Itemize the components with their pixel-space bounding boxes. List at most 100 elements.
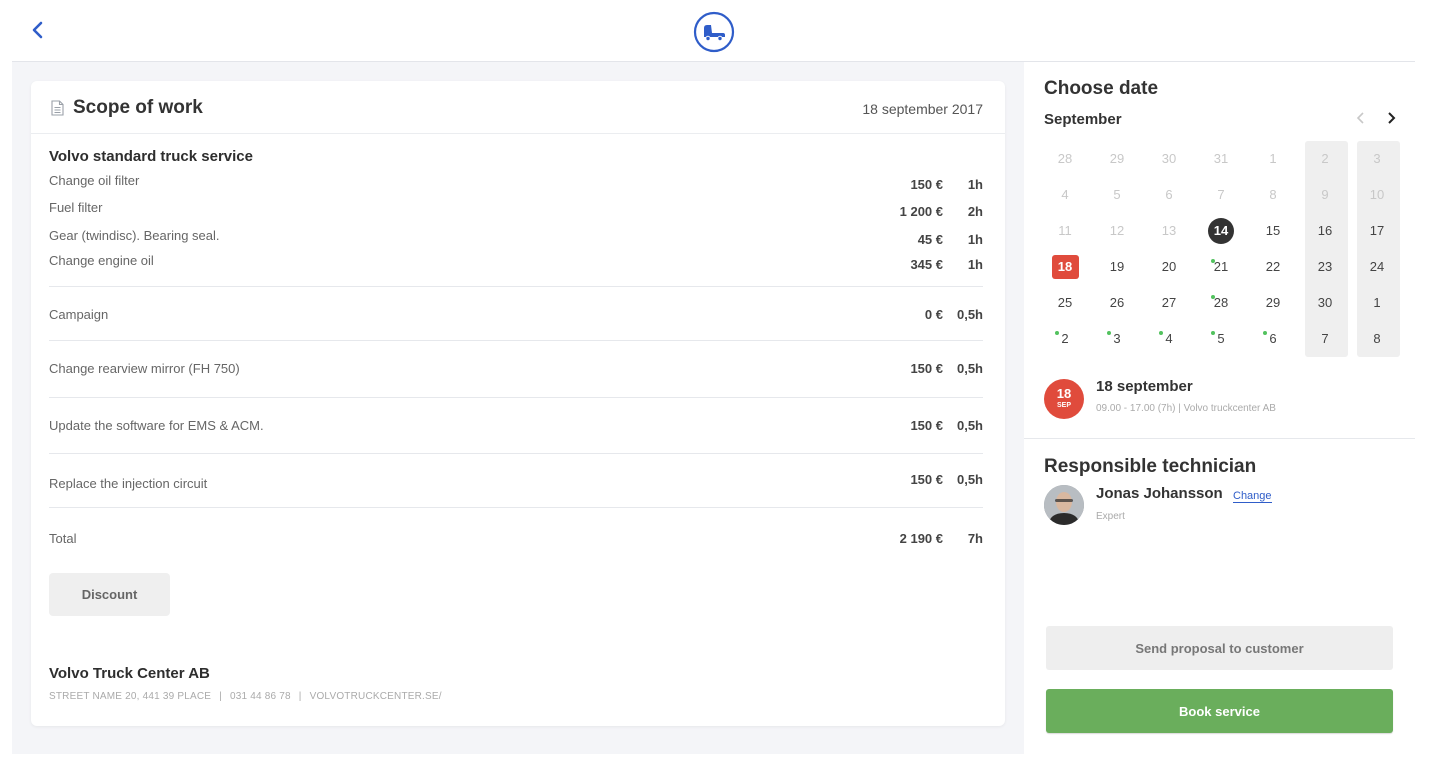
technician-role: Expert [1096, 511, 1125, 522]
calendar-day[interactable]: 22 [1247, 249, 1299, 285]
item-price: 45 € [917, 232, 943, 247]
company-address: STREET NAME 20, 441 39 PLACE [49, 691, 212, 702]
calendar-day[interactable]: 31 [1195, 141, 1247, 177]
calendar-day[interactable]: 3 [1351, 141, 1403, 177]
calendar-day-number: 17 [1369, 223, 1385, 238]
calendar-day[interactable]: 5 [1091, 177, 1143, 213]
calendar-day-number: 28 [1057, 151, 1073, 166]
send-proposal-button[interactable]: Send proposal to customer [1046, 626, 1393, 670]
calendar-grid: 28 29 30 31 1 2 3 4 5 6 7 8 9 10 11 12 13 14 15 16 17 18 19 20 2… [1039, 141, 1404, 357]
chevron-left-icon [1356, 112, 1364, 124]
calendar-day[interactable]: 11 [1039, 213, 1091, 249]
calendar-day-number: 29 [1265, 295, 1281, 310]
calendar-day[interactable]: 17 [1351, 213, 1403, 249]
selected-date-title: 18 september [1096, 378, 1193, 395]
calendar-day-number: 24 [1369, 259, 1385, 274]
calendar-day-number: 7 [1217, 187, 1225, 202]
item-hours: 1h [967, 232, 983, 247]
calendar-day-number: 3 [1113, 331, 1121, 346]
table-row: Update the software for EMS & ACM. 150 €… [49, 397, 983, 452]
availability-dot [1107, 331, 1111, 335]
item-name: Gear (twindisc). Bearing seal. [49, 228, 220, 243]
chevron-left-icon [32, 21, 43, 39]
next-month-button[interactable] [1385, 110, 1397, 131]
prev-month-button[interactable] [1355, 110, 1367, 131]
calendar-day[interactable]: 2 [1299, 141, 1351, 177]
page-title: Scope of work [73, 97, 203, 118]
calendar-day[interactable]: 9 [1299, 177, 1351, 213]
calendar-day-number: 6 [1165, 187, 1173, 202]
table-row: Replace the injection circuit 150 € 0,5h [49, 453, 983, 508]
item-name: Change engine oil [49, 253, 154, 268]
calendar-day[interactable]: 15 [1247, 213, 1299, 249]
total-price: 2 190 € [899, 531, 943, 546]
row-name: Replace the injection circuit [49, 476, 208, 491]
scope-card: Scope of work 18 september 2017 Volvo st… [31, 81, 1005, 726]
card-header: Scope of work 18 september 2017 [31, 81, 1005, 134]
row-name: Update the software for EMS & ACM. [49, 418, 264, 433]
calendar-day-number: 7 [1321, 331, 1329, 346]
change-technician-link[interactable]: Change [1233, 490, 1272, 503]
calendar-day[interactable]: 8 [1247, 177, 1299, 213]
calendar-day-number: 30 [1317, 295, 1333, 310]
calendar-day-number: 9 [1321, 187, 1329, 202]
company-website[interactable]: VOLVOTRUCKCENTER.SE/ [310, 691, 442, 702]
item-price: 150 € [910, 177, 943, 192]
calendar-day[interactable]: 6 [1143, 177, 1195, 213]
calendar-day[interactable]: 5 [1195, 321, 1247, 357]
truck-logo [693, 11, 735, 53]
calendar-day[interactable]: 19 [1091, 249, 1143, 285]
calendar-day[interactable]: 30 [1143, 141, 1195, 177]
calendar-day-number: 1 [1269, 151, 1277, 166]
calendar-day-number: 27 [1161, 295, 1177, 310]
selected-date-details: 09.00 - 17.00 (7h) | Volvo truckcenter A… [1096, 403, 1276, 414]
technician-heading: Responsible technician [1044, 456, 1257, 477]
calendar-day[interactable]: 12 [1091, 213, 1143, 249]
discount-button[interactable]: Discount [49, 573, 170, 616]
calendar-day[interactable]: 28 [1039, 141, 1091, 177]
availability-dot [1211, 331, 1215, 335]
truck-icon [693, 11, 735, 53]
row-price: 150 € [910, 418, 943, 433]
calendar-day[interactable]: 16 [1299, 213, 1351, 249]
book-service-button[interactable]: Book service [1046, 689, 1393, 733]
left-pane: Scope of work 18 september 2017 Volvo st… [12, 62, 1024, 754]
item-price: 345 € [910, 257, 943, 272]
calendar-day[interactable]: 27 [1143, 285, 1195, 321]
company-name: Volvo Truck Center AB [49, 665, 210, 682]
calendar-day-number: 26 [1109, 295, 1125, 310]
calendar-day[interactable]: 25 [1039, 285, 1091, 321]
calendar-day[interactable]: 26 [1091, 285, 1143, 321]
calendar-day[interactable]: 29 [1091, 141, 1143, 177]
calendar-day[interactable]: 2 [1039, 321, 1091, 357]
technician-photo [1044, 485, 1084, 525]
calendar-day[interactable]: 24 [1351, 249, 1403, 285]
calendar-day[interactable]: 20 [1143, 249, 1195, 285]
line-item: Gear (twindisc). Bearing seal. 45 € 1h [49, 228, 983, 248]
calendar-day[interactable]: 29 [1247, 285, 1299, 321]
calendar-day[interactable]: 30 [1299, 285, 1351, 321]
calendar-day[interactable]: 28 [1195, 285, 1247, 321]
calendar-day[interactable]: 21 [1195, 249, 1247, 285]
calendar-day[interactable]: 1 [1351, 285, 1403, 321]
calendar-day[interactable]: 7 [1299, 321, 1351, 357]
back-button[interactable] [30, 20, 46, 40]
calendar-day[interactable]: 6 [1247, 321, 1299, 357]
calendar-day-number: 30 [1161, 151, 1177, 166]
calendar-day[interactable]: 1 [1247, 141, 1299, 177]
calendar-day[interactable]: 13 [1143, 213, 1195, 249]
calendar-day-number: 8 [1269, 187, 1277, 202]
calendar-day[interactable]: 8 [1351, 321, 1403, 357]
calendar-day[interactable]: 3 [1091, 321, 1143, 357]
calendar-month: September [1044, 111, 1122, 128]
item-hours: 2h [967, 204, 983, 219]
total-label: Total [49, 531, 77, 546]
calendar-day[interactable]: 7 [1195, 177, 1247, 213]
calendar-day[interactable]: 4 [1039, 177, 1091, 213]
calendar-day-selected[interactable]: 18 [1039, 249, 1091, 285]
calendar-day[interactable]: 4 [1143, 321, 1195, 357]
calendar-day[interactable]: 10 [1351, 177, 1403, 213]
calendar-day-number: 29 [1109, 151, 1125, 166]
calendar-day[interactable]: 23 [1299, 249, 1351, 285]
calendar-day-today[interactable]: 14 [1195, 213, 1247, 249]
